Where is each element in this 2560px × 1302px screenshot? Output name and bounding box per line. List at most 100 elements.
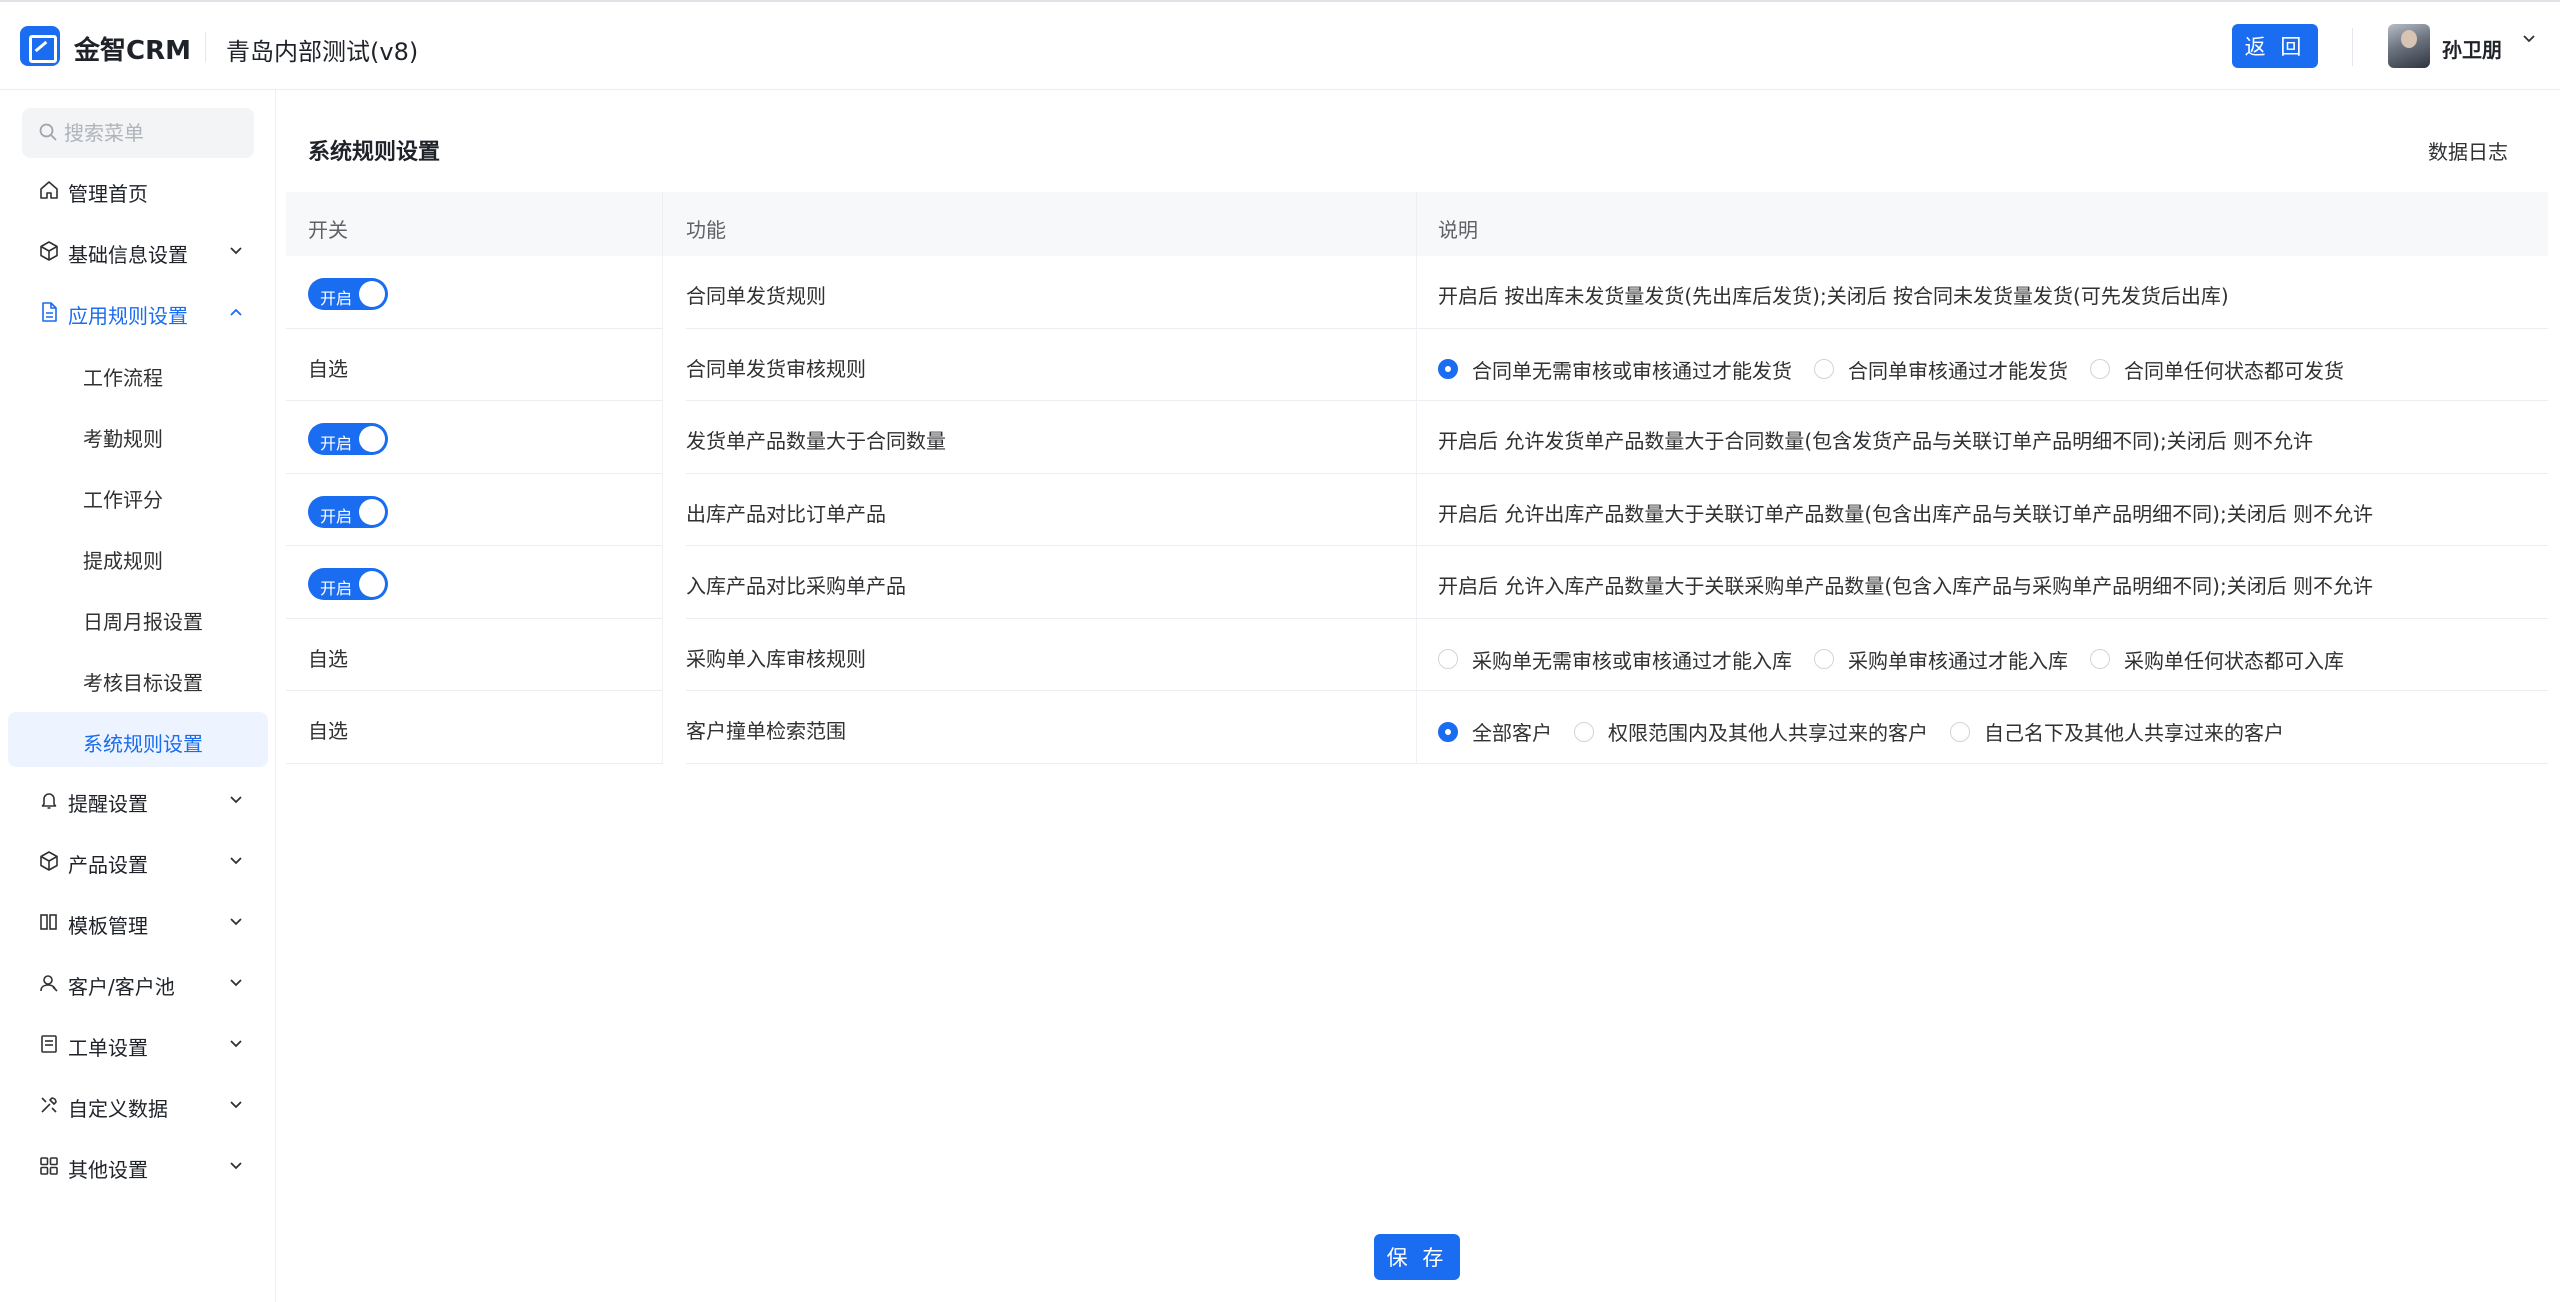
sidebar-item-label: 客户/客户池 bbox=[68, 975, 175, 999]
sidebar-item-reminders[interactable]: 提醒设置 bbox=[0, 770, 276, 831]
template-icon bbox=[40, 914, 57, 930]
radio-unchecked-icon bbox=[1950, 721, 1970, 742]
sidebar-subitem-targets[interactable]: 考核目标设置 bbox=[0, 648, 276, 709]
rules-table: 开关 功能 说明 开启 合同单发货规则 开启后 按出库未发货量发货(先出库后发货… bbox=[286, 192, 2548, 764]
radio-checked-icon bbox=[1438, 721, 1458, 742]
toggle-switch[interactable]: 开启 bbox=[308, 423, 388, 455]
rule-name: 客户撞单检索范围 bbox=[686, 719, 846, 743]
sidebar-subitem-label: 考勤规则 bbox=[83, 427, 163, 451]
home-icon bbox=[40, 181, 58, 199]
sidebar-item-basic-info[interactable]: 基础信息设置 bbox=[0, 221, 276, 282]
header-divider bbox=[2352, 28, 2353, 66]
chevron-up-icon bbox=[230, 308, 242, 316]
radio-option[interactable]: 自己名下及其他人共享过来的客户 bbox=[1950, 717, 2284, 746]
sidebar-subitem-attendance[interactable]: 考勤规则 bbox=[0, 404, 276, 465]
sidebar-item-other[interactable]: 其他设置 bbox=[0, 1136, 276, 1197]
radio-unchecked-icon bbox=[1574, 721, 1594, 742]
table-row: 自选 采购单入库审核规则 采购单无需审核或审核通过才能入库 采购单审核通过才能入… bbox=[286, 618, 2548, 691]
sidebar-item-label: 应用规则设置 bbox=[68, 304, 188, 328]
radio-label: 采购单任何状态都可入库 bbox=[2124, 648, 2344, 673]
chevron-down-icon bbox=[230, 979, 242, 987]
sidebar-subitem-label: 工作评分 bbox=[83, 488, 163, 512]
sidebar-item-templates[interactable]: 模板管理 bbox=[0, 892, 276, 953]
radio-option[interactable]: 全部客户 bbox=[1438, 717, 1552, 746]
radio-option[interactable]: 采购单审核通过才能入库 bbox=[1814, 645, 2068, 674]
sidebar-item-label: 其他设置 bbox=[68, 1158, 148, 1182]
radio-option[interactable]: 合同单审核通过才能发货 bbox=[1814, 355, 2068, 384]
sidebar-item-app-rules[interactable]: 应用规则设置 bbox=[0, 282, 276, 343]
sidebar-item-custom-data[interactable]: 自定义数据 bbox=[0, 1075, 276, 1136]
tools-icon bbox=[41, 1097, 57, 1113]
search-box[interactable] bbox=[22, 108, 254, 158]
chevron-down-icon bbox=[230, 857, 242, 865]
toggle-label: 开启 bbox=[320, 506, 353, 526]
chevron-down-icon bbox=[230, 918, 242, 926]
sidebar-subitem-work-score[interactable]: 工作评分 bbox=[0, 465, 276, 526]
radio-label: 全部客户 bbox=[1472, 721, 1552, 745]
bell-icon bbox=[41, 793, 57, 809]
radio-label: 合同单无需审核或审核通过才能发货 bbox=[1472, 358, 1792, 383]
table-header: 开关 功能 说明 bbox=[286, 192, 2548, 256]
sidebar-subitem-system-rules[interactable]: 系统规则设置 bbox=[0, 709, 276, 770]
rule-name: 发货单产品数量大于合同数量 bbox=[686, 429, 946, 453]
sidebar-item-customers[interactable]: 客户/客户池 bbox=[0, 953, 276, 1014]
search-input[interactable] bbox=[64, 118, 244, 148]
data-log-link[interactable]: 数据日志 bbox=[2428, 136, 2508, 165]
chevron-down-icon bbox=[230, 796, 242, 804]
toggle-switch[interactable]: 开启 bbox=[308, 278, 388, 310]
toggle-label: 开启 bbox=[320, 434, 353, 453]
sidebar-menu: 管理首页 基础信息设置 应用规则设置 工作流程 考勤规则 工作评分 提成规则 日… bbox=[0, 160, 276, 1197]
radio-option[interactable]: 采购单任何状态都可入库 bbox=[2090, 645, 2344, 674]
back-button[interactable]: 返 回 bbox=[2232, 24, 2318, 68]
user-name[interactable]: 孙卫朋 bbox=[2442, 34, 2502, 63]
radio-group: 全部客户 权限范围内及其他人共享过来的客户 自己名下及其他人共享过来的客户 bbox=[1438, 717, 2306, 746]
page-title: 系统规则设置 bbox=[308, 140, 441, 165]
table-row: 开启 合同单发货规则 开启后 按出库未发货量发货(先出库后发货);关闭后 按合同… bbox=[286, 256, 2548, 329]
radio-label: 采购单审核通过才能入库 bbox=[1848, 648, 2068, 673]
grid-icon bbox=[40, 1157, 58, 1175]
chevron-down-icon bbox=[230, 247, 242, 255]
sidebar-subitem-reports[interactable]: 日周月报设置 bbox=[0, 587, 276, 648]
toggle-switch[interactable]: 开启 bbox=[308, 495, 388, 528]
user-icon bbox=[40, 975, 58, 992]
table-row: 开启 出库产品对比订单产品 开启后 允许出库产品数量大于关联订单产品数量(包含出… bbox=[286, 473, 2548, 546]
rule-name: 合同单发货规则 bbox=[686, 284, 826, 308]
radio-unchecked-icon bbox=[1438, 649, 1458, 669]
sidebar-item-home[interactable]: 管理首页 bbox=[0, 160, 276, 221]
radio-unchecked-icon bbox=[2090, 649, 2110, 669]
sidebar-item-label: 工单设置 bbox=[68, 1036, 148, 1060]
sidebar-subitem-commission[interactable]: 提成规则 bbox=[0, 526, 276, 587]
radio-label: 采购单无需审核或审核通过才能入库 bbox=[1472, 648, 1792, 673]
column-header: 开关 bbox=[308, 218, 348, 242]
rule-name: 采购单入库审核规则 bbox=[686, 646, 866, 671]
chevron-down-icon bbox=[230, 1162, 242, 1170]
ticket-icon bbox=[41, 1035, 57, 1053]
logo-icon bbox=[20, 26, 60, 66]
sidebar-item-products[interactable]: 产品设置 bbox=[0, 831, 276, 892]
chevron-down-icon[interactable] bbox=[2522, 32, 2536, 46]
sidebar-subitem-label: 日周月报设置 bbox=[83, 610, 203, 634]
radio-option[interactable]: 采购单无需审核或审核通过才能入库 bbox=[1438, 645, 1792, 674]
radio-option[interactable]: 权限范围内及其他人共享过来的客户 bbox=[1574, 717, 1928, 746]
column-divider bbox=[1416, 192, 1417, 256]
avatar[interactable] bbox=[2388, 24, 2430, 68]
radio-unchecked-icon bbox=[1814, 359, 1834, 379]
sidebar-subitem-label: 提成规则 bbox=[83, 549, 163, 573]
sidebar-item-tickets[interactable]: 工单设置 bbox=[0, 1014, 276, 1075]
radio-group: 合同单无需审核或审核通过才能发货 合同单审核通过才能发货 合同单任何状态都可发货 bbox=[1438, 355, 2366, 384]
brand-name: 金智CRM bbox=[74, 36, 191, 66]
rule-name: 出库产品对比订单产品 bbox=[686, 501, 886, 526]
table-row: 开启 入库产品对比采购单产品 开启后 允许入库产品数量大于关联采购单产品数量(包… bbox=[286, 546, 2548, 619]
company-name: 青岛内部测试(v8) bbox=[226, 38, 419, 66]
save-button[interactable]: 保 存 bbox=[1374, 1234, 1460, 1280]
radio-option[interactable]: 合同单任何状态都可发货 bbox=[2090, 355, 2344, 384]
toggle-switch[interactable]: 开启 bbox=[308, 568, 388, 600]
radio-option[interactable]: 合同单无需审核或审核通过才能发货 bbox=[1438, 355, 1792, 384]
radio-group: 采购单无需审核或审核通过才能入库 采购单审核通过才能入库 采购单任何状态都可入库 bbox=[1438, 645, 2366, 674]
search-icon bbox=[39, 123, 57, 141]
rule-name: 合同单发货审核规则 bbox=[686, 356, 866, 381]
sidebar-item-label: 基础信息设置 bbox=[68, 243, 188, 267]
top-header: 金智CRM 青岛内部测试(v8) 返 回 孙卫朋 bbox=[0, 0, 2560, 90]
radio-label: 权限范围内及其他人共享过来的客户 bbox=[1608, 721, 1928, 745]
sidebar-subitem-workflow[interactable]: 工作流程 bbox=[0, 343, 276, 404]
